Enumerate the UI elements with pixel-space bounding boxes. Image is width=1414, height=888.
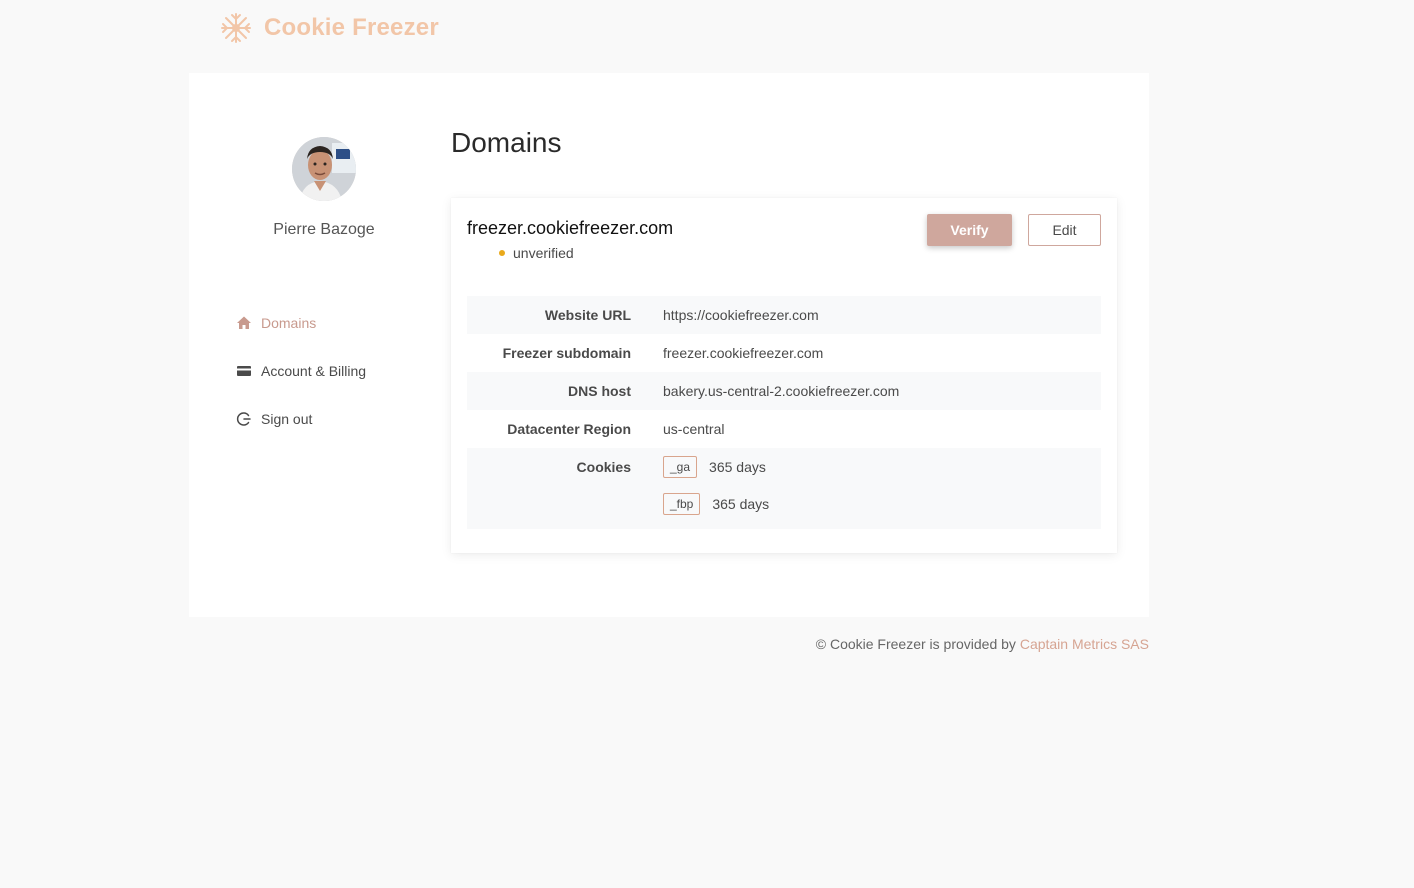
detail-value: freezer.cookiefreezer.com [663, 345, 824, 361]
detail-label: Datacenter Region [507, 421, 631, 437]
list-item: _ga 365 days [663, 456, 769, 478]
detail-value: https://cookiefreezer.com [663, 307, 819, 323]
sidebar-item-label: Sign out [261, 411, 313, 427]
status-text: unverified [513, 245, 574, 261]
domain-details: Website URL https://cookiefreezer.com Fr… [467, 296, 1101, 529]
cookie-tag: _fbp [663, 493, 701, 515]
avatar [292, 137, 356, 201]
footer-link[interactable]: Captain Metrics SAS [1020, 636, 1149, 652]
detail-row-subdomain: Freezer subdomain freezer.cookiefreezer.… [467, 334, 1101, 372]
footer: © Cookie Freezer is provided by Captain … [816, 636, 1149, 652]
detail-label: Website URL [544, 307, 631, 323]
detail-row-region: Datacenter Region us-central [467, 410, 1101, 448]
cookie-duration: 365 days [712, 496, 770, 512]
sidebar-item-account-billing[interactable]: Account & Billing [236, 347, 436, 395]
detail-label: Freezer subdomain [502, 345, 631, 361]
sidebar-item-label: Domains [261, 315, 317, 331]
cookie-tag: _ga [663, 456, 698, 478]
sign-out-icon [236, 411, 252, 427]
sidebar-item-sign-out[interactable]: Sign out [236, 395, 436, 443]
top-bar: Cookie Freezer [220, 12, 439, 44]
footer-text: © Cookie Freezer is provided by [815, 636, 1020, 652]
detail-label: DNS host [568, 383, 631, 399]
domain-card: freezer.cookiefreezer.com unverified Ver… [451, 198, 1117, 553]
detail-row-dns-host: DNS host bakery.us-central-2.cookiefreez… [467, 372, 1101, 410]
home-icon [236, 315, 252, 331]
detail-value: us-central [663, 421, 725, 437]
user-name: Pierre Bazoge [273, 221, 375, 238]
status-badge: unverified [499, 245, 574, 261]
sidebar-item-domains[interactable]: Domains [236, 299, 436, 347]
detail-row-cookies: Cookies _ga 365 days _fbp 365 days [467, 448, 1101, 529]
cookie-duration: 365 days [709, 459, 766, 475]
list-item: _fbp 365 days [663, 493, 769, 515]
detail-value: bakery.us-central-2.cookiefreezer.com [663, 383, 900, 399]
detail-label: Cookies [576, 459, 631, 475]
verify-button[interactable]: Verify [927, 214, 1012, 246]
snowflake-icon[interactable] [220, 12, 252, 44]
content-panel: Pierre Bazoge Domains Account & Billing … [189, 73, 1149, 617]
sidebar-nav: Domains Account & Billing Sign out [236, 299, 436, 443]
status-dot-icon [499, 250, 505, 256]
detail-row-website-url: Website URL https://cookiefreezer.com [467, 296, 1101, 334]
cookie-list: _ga 365 days _fbp 365 days [647, 448, 769, 529]
domain-name: freezer.cookiefreezer.com [467, 218, 674, 238]
edit-button[interactable]: Edit [1028, 214, 1101, 246]
credit-card-icon [236, 363, 252, 379]
sidebar-item-label: Account & Billing [261, 363, 367, 379]
page-title: Domains [451, 127, 562, 158]
brand-name[interactable]: Cookie Freezer [264, 14, 439, 42]
